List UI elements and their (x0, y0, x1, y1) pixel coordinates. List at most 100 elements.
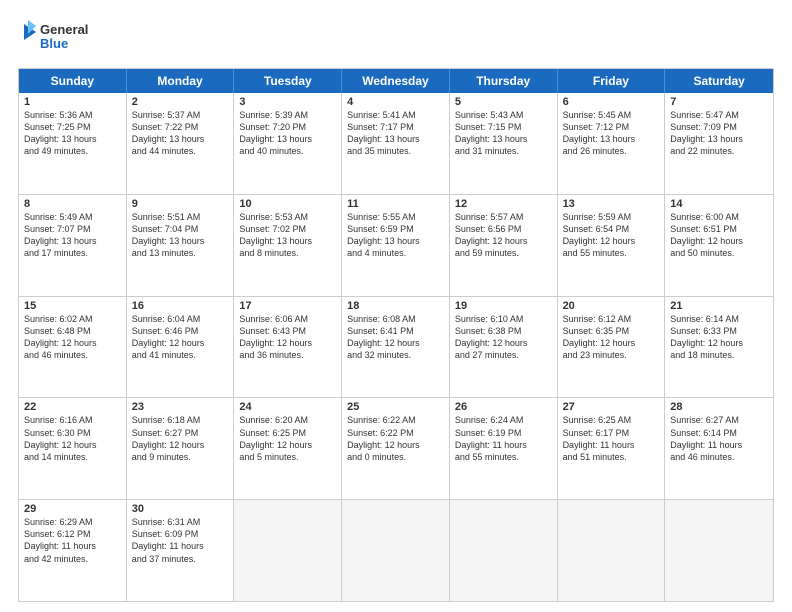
cell-info: Sunrise: 5:45 AMSunset: 7:12 PMDaylight:… (563, 109, 660, 158)
cell-info: Sunrise: 6:04 AMSunset: 6:46 PMDaylight:… (132, 313, 229, 362)
cell-info: Sunrise: 5:55 AMSunset: 6:59 PMDaylight:… (347, 211, 444, 260)
day-number: 28 (670, 401, 768, 413)
calendar-cell: 27Sunrise: 6:25 AMSunset: 6:17 PMDayligh… (558, 398, 666, 499)
calendar-cell: 5Sunrise: 5:43 AMSunset: 7:15 PMDaylight… (450, 93, 558, 194)
day-number: 25 (347, 401, 444, 413)
cell-info: Sunrise: 5:37 AMSunset: 7:22 PMDaylight:… (132, 109, 229, 158)
calendar-cell: 23Sunrise: 6:18 AMSunset: 6:27 PMDayligh… (127, 398, 235, 499)
cell-info: Sunrise: 6:25 AMSunset: 6:17 PMDaylight:… (563, 414, 660, 463)
calendar-cell: 13Sunrise: 5:59 AMSunset: 6:54 PMDayligh… (558, 195, 666, 296)
day-number: 8 (24, 198, 121, 210)
day-number: 16 (132, 300, 229, 312)
day-number: 3 (239, 96, 336, 108)
cell-info: Sunrise: 6:08 AMSunset: 6:41 PMDaylight:… (347, 313, 444, 362)
page-header: General Blue (18, 18, 774, 58)
calendar-cell: 7Sunrise: 5:47 AMSunset: 7:09 PMDaylight… (665, 93, 773, 194)
day-number: 9 (132, 198, 229, 210)
calendar-cell (558, 500, 666, 601)
calendar-cell: 15Sunrise: 6:02 AMSunset: 6:48 PMDayligh… (19, 297, 127, 398)
calendar-cell: 24Sunrise: 6:20 AMSunset: 6:25 PMDayligh… (234, 398, 342, 499)
cell-info: Sunrise: 6:22 AMSunset: 6:22 PMDaylight:… (347, 414, 444, 463)
day-number: 12 (455, 198, 552, 210)
calendar-cell: 14Sunrise: 6:00 AMSunset: 6:51 PMDayligh… (665, 195, 773, 296)
day-number: 21 (670, 300, 768, 312)
calendar-cell: 17Sunrise: 6:06 AMSunset: 6:43 PMDayligh… (234, 297, 342, 398)
day-number: 22 (24, 401, 121, 413)
calendar-body: 1Sunrise: 5:36 AMSunset: 7:25 PMDaylight… (19, 93, 773, 601)
calendar-cell: 10Sunrise: 5:53 AMSunset: 7:02 PMDayligh… (234, 195, 342, 296)
cell-info: Sunrise: 5:51 AMSunset: 7:04 PMDaylight:… (132, 211, 229, 260)
calendar-cell: 8Sunrise: 5:49 AMSunset: 7:07 PMDaylight… (19, 195, 127, 296)
day-number: 29 (24, 503, 121, 515)
cell-info: Sunrise: 6:06 AMSunset: 6:43 PMDaylight:… (239, 313, 336, 362)
cell-info: Sunrise: 6:24 AMSunset: 6:19 PMDaylight:… (455, 414, 552, 463)
day-number: 23 (132, 401, 229, 413)
calendar-header: SundayMondayTuesdayWednesdayThursdayFrid… (19, 69, 773, 93)
day-number: 19 (455, 300, 552, 312)
calendar-row: 15Sunrise: 6:02 AMSunset: 6:48 PMDayligh… (19, 297, 773, 399)
calendar: SundayMondayTuesdayWednesdayThursdayFrid… (18, 68, 774, 602)
cell-info: Sunrise: 6:31 AMSunset: 6:09 PMDaylight:… (132, 516, 229, 565)
calendar-cell: 3Sunrise: 5:39 AMSunset: 7:20 PMDaylight… (234, 93, 342, 194)
day-number: 17 (239, 300, 336, 312)
logo-svg: General Blue (18, 18, 98, 58)
weekday-header: Saturday (665, 69, 773, 93)
calendar-cell: 29Sunrise: 6:29 AMSunset: 6:12 PMDayligh… (19, 500, 127, 601)
calendar-cell: 6Sunrise: 5:45 AMSunset: 7:12 PMDaylight… (558, 93, 666, 194)
cell-info: Sunrise: 6:27 AMSunset: 6:14 PMDaylight:… (670, 414, 768, 463)
day-number: 14 (670, 198, 768, 210)
cell-info: Sunrise: 6:14 AMSunset: 6:33 PMDaylight:… (670, 313, 768, 362)
calendar-cell: 1Sunrise: 5:36 AMSunset: 7:25 PMDaylight… (19, 93, 127, 194)
day-number: 5 (455, 96, 552, 108)
calendar-cell: 11Sunrise: 5:55 AMSunset: 6:59 PMDayligh… (342, 195, 450, 296)
day-number: 15 (24, 300, 121, 312)
calendar-cell: 18Sunrise: 6:08 AMSunset: 6:41 PMDayligh… (342, 297, 450, 398)
cell-info: Sunrise: 6:10 AMSunset: 6:38 PMDaylight:… (455, 313, 552, 362)
day-number: 26 (455, 401, 552, 413)
cell-info: Sunrise: 6:16 AMSunset: 6:30 PMDaylight:… (24, 414, 121, 463)
calendar-cell (450, 500, 558, 601)
day-number: 6 (563, 96, 660, 108)
cell-info: Sunrise: 5:57 AMSunset: 6:56 PMDaylight:… (455, 211, 552, 260)
cell-info: Sunrise: 6:29 AMSunset: 6:12 PMDaylight:… (24, 516, 121, 565)
day-number: 4 (347, 96, 444, 108)
calendar-cell: 20Sunrise: 6:12 AMSunset: 6:35 PMDayligh… (558, 297, 666, 398)
cell-info: Sunrise: 5:39 AMSunset: 7:20 PMDaylight:… (239, 109, 336, 158)
logo: General Blue (18, 18, 98, 58)
weekday-header: Thursday (450, 69, 558, 93)
cell-info: Sunrise: 5:43 AMSunset: 7:15 PMDaylight:… (455, 109, 552, 158)
cell-info: Sunrise: 5:59 AMSunset: 6:54 PMDaylight:… (563, 211, 660, 260)
cell-info: Sunrise: 6:12 AMSunset: 6:35 PMDaylight:… (563, 313, 660, 362)
svg-text:Blue: Blue (40, 36, 68, 51)
calendar-cell (234, 500, 342, 601)
day-number: 13 (563, 198, 660, 210)
cell-info: Sunrise: 6:02 AMSunset: 6:48 PMDaylight:… (24, 313, 121, 362)
calendar-cell (665, 500, 773, 601)
cell-info: Sunrise: 5:47 AMSunset: 7:09 PMDaylight:… (670, 109, 768, 158)
calendar-row: 8Sunrise: 5:49 AMSunset: 7:07 PMDaylight… (19, 195, 773, 297)
calendar-cell: 21Sunrise: 6:14 AMSunset: 6:33 PMDayligh… (665, 297, 773, 398)
day-number: 2 (132, 96, 229, 108)
calendar-cell: 16Sunrise: 6:04 AMSunset: 6:46 PMDayligh… (127, 297, 235, 398)
calendar-cell: 22Sunrise: 6:16 AMSunset: 6:30 PMDayligh… (19, 398, 127, 499)
day-number: 24 (239, 401, 336, 413)
cell-info: Sunrise: 6:20 AMSunset: 6:25 PMDaylight:… (239, 414, 336, 463)
calendar-cell: 4Sunrise: 5:41 AMSunset: 7:17 PMDaylight… (342, 93, 450, 194)
calendar-cell: 25Sunrise: 6:22 AMSunset: 6:22 PMDayligh… (342, 398, 450, 499)
weekday-header: Friday (558, 69, 666, 93)
day-number: 27 (563, 401, 660, 413)
calendar-cell: 9Sunrise: 5:51 AMSunset: 7:04 PMDaylight… (127, 195, 235, 296)
calendar-cell: 28Sunrise: 6:27 AMSunset: 6:14 PMDayligh… (665, 398, 773, 499)
day-number: 18 (347, 300, 444, 312)
day-number: 10 (239, 198, 336, 210)
calendar-row: 29Sunrise: 6:29 AMSunset: 6:12 PMDayligh… (19, 500, 773, 601)
calendar-row: 1Sunrise: 5:36 AMSunset: 7:25 PMDaylight… (19, 93, 773, 195)
calendar-row: 22Sunrise: 6:16 AMSunset: 6:30 PMDayligh… (19, 398, 773, 500)
cell-info: Sunrise: 6:00 AMSunset: 6:51 PMDaylight:… (670, 211, 768, 260)
day-number: 20 (563, 300, 660, 312)
weekday-header: Wednesday (342, 69, 450, 93)
day-number: 30 (132, 503, 229, 515)
cell-info: Sunrise: 5:41 AMSunset: 7:17 PMDaylight:… (347, 109, 444, 158)
weekday-header: Tuesday (234, 69, 342, 93)
calendar-cell: 30Sunrise: 6:31 AMSunset: 6:09 PMDayligh… (127, 500, 235, 601)
